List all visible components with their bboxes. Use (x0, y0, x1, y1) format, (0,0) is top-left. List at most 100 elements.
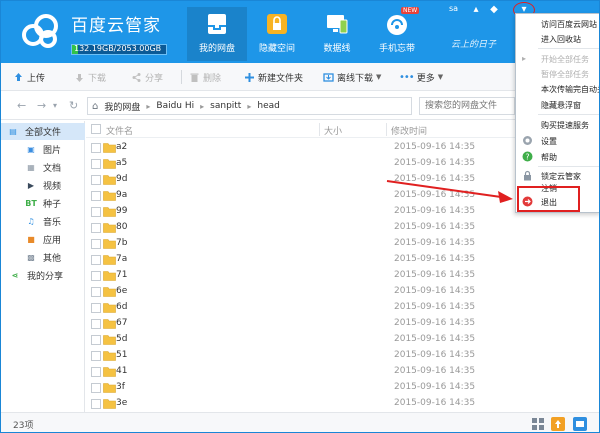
offline-download-button[interactable]: 离线下载 ▼ (323, 69, 381, 85)
file-name[interactable]: 99 (116, 206, 127, 216)
table-row[interactable]: 41 2015-09-16 14:35 (86, 364, 516, 380)
table-row[interactable]: 51 2015-09-16 14:35 (86, 348, 516, 364)
file-name[interactable]: 6d (116, 302, 127, 312)
file-name[interactable]: 6e (116, 286, 127, 296)
nav-my-drive[interactable]: 我的网盘 (187, 7, 247, 61)
file-name[interactable]: 67 (116, 318, 127, 328)
breadcrumb-item[interactable]: head (251, 101, 285, 111)
table-row[interactable]: 7b 2015-09-16 14:35 (86, 236, 516, 252)
file-name[interactable]: 5d (116, 334, 127, 344)
table-row[interactable]: 3f 2015-09-16 14:35 (86, 380, 516, 396)
row-checkbox[interactable] (91, 287, 101, 297)
table-row[interactable]: 80 2015-09-16 14:35 (86, 220, 516, 236)
row-checkbox[interactable] (91, 191, 101, 201)
history-dropdown-icon[interactable]: ▾ (53, 101, 57, 110)
file-name[interactable]: 9d (116, 174, 127, 184)
delete-button[interactable]: 删除 (189, 69, 221, 85)
row-checkbox[interactable] (91, 319, 101, 329)
sidebar-item-torrents[interactable]: BT 种子 (1, 195, 85, 212)
breadcrumb-item[interactable]: 我的网盘 (98, 100, 146, 113)
row-checkbox[interactable] (91, 239, 101, 249)
sidebar-item-my-share[interactable]: ⋖ 我的分享 (1, 267, 85, 284)
file-name[interactable]: 9a (116, 190, 127, 200)
row-checkbox[interactable] (91, 335, 101, 345)
table-row[interactable]: 9a 2015-09-16 14:35 (86, 188, 516, 204)
table-row[interactable]: 99 2015-09-16 14:35 (86, 204, 516, 220)
row-checkbox[interactable] (91, 223, 101, 233)
row-checkbox[interactable] (91, 303, 101, 313)
file-name[interactable]: 3e (116, 398, 127, 408)
menu-settings[interactable]: 设置 (516, 133, 599, 149)
breadcrumb-item[interactable]: sanpitt (204, 101, 247, 111)
file-name[interactable]: a2 (116, 142, 127, 152)
row-checkbox[interactable] (91, 367, 101, 377)
sidebar-item-all-files[interactable]: ▤ 全部文件 (1, 123, 85, 140)
upload-button[interactable]: 上传 (13, 69, 45, 85)
menu-pause-all[interactable]: 暂停全部任务 (516, 66, 599, 82)
file-name[interactable]: 7b (116, 238, 127, 248)
sidebar-item-videos[interactable]: ▶ 视频 (1, 177, 85, 194)
download-button[interactable]: 下载 (74, 69, 106, 85)
sidebar-item-documents[interactable]: ▦ 文档 (1, 159, 85, 176)
column-header-modified[interactable]: 修改时间 (391, 124, 427, 137)
message-icon[interactable]: ◆ (487, 4, 501, 16)
message-center-icon[interactable] (573, 417, 587, 431)
file-name[interactable]: 71 (116, 270, 127, 280)
column-header-size[interactable]: 大小 (324, 124, 342, 137)
menu-hide-float[interactable]: 隐藏悬浮窗 (516, 97, 599, 113)
row-checkbox[interactable] (91, 175, 101, 185)
back-arrow-icon[interactable]: ← (17, 99, 26, 112)
select-all-checkbox[interactable] (91, 124, 101, 134)
transfer-list-icon[interactable] (551, 417, 565, 431)
sidebar-item-apps[interactable]: ■ 应用 (1, 231, 85, 248)
user-name[interactable]: sa (449, 4, 458, 13)
refresh-icon[interactable]: ↻ (69, 99, 78, 112)
row-checkbox[interactable] (91, 351, 101, 361)
menu-help[interactable]: ? 帮助 (516, 149, 599, 165)
table-row[interactable]: 9d 2015-09-16 14:35 (86, 172, 516, 188)
row-checkbox[interactable] (91, 143, 101, 153)
sidebar-item-label: 图片 (43, 146, 62, 156)
notification-icon[interactable]: ▴ (469, 4, 483, 16)
table-row[interactable]: 71 2015-09-16 14:35 (86, 268, 516, 284)
menu-visit-website[interactable]: 访问百度云网站 (516, 16, 599, 32)
sidebar-item-music[interactable]: ♫ 音乐 (1, 213, 85, 230)
column-header-name[interactable]: 文件名 (106, 124, 133, 137)
more-button[interactable]: ••• 更多 ▼ (399, 69, 443, 85)
table-row[interactable]: 7a 2015-09-16 14:35 (86, 252, 516, 268)
row-checkbox[interactable] (91, 383, 101, 393)
table-row[interactable]: 5d 2015-09-16 14:35 (86, 332, 516, 348)
table-row[interactable]: 6d 2015-09-16 14:35 (86, 300, 516, 316)
row-checkbox[interactable] (91, 271, 101, 281)
row-checkbox[interactable] (91, 207, 101, 217)
file-name[interactable]: 3f (116, 382, 125, 392)
menu-start-all[interactable]: ▸ 开始全部任务 (516, 51, 599, 67)
file-name[interactable]: 41 (116, 366, 127, 376)
breadcrumb-item[interactable]: Baidu Hi (150, 101, 200, 111)
new-folder-button[interactable]: 新建文件夹 (244, 69, 303, 85)
forward-arrow-icon[interactable]: → (37, 99, 46, 112)
share-button[interactable]: 分享 (131, 69, 163, 85)
menu-recycle-bin[interactable]: 进入回收站 (516, 31, 599, 47)
sidebar-item-other[interactable]: ▩ 其他 (1, 249, 85, 266)
file-name[interactable]: a5 (116, 158, 127, 168)
menu-buy-speedup[interactable]: 购买提速服务 (516, 117, 599, 133)
row-checkbox[interactable] (91, 255, 101, 265)
menu-auto-shutdown[interactable]: 本次传输完自动关 (516, 81, 599, 97)
row-checkbox[interactable] (91, 159, 101, 169)
nav-hidden-space[interactable]: 隐藏空间 (247, 7, 307, 61)
table-row[interactable]: a5 2015-09-16 14:35 (86, 156, 516, 172)
grid-view-icon[interactable] (531, 417, 545, 431)
row-checkbox[interactable] (91, 399, 101, 409)
table-row[interactable]: 6e 2015-09-16 14:35 (86, 284, 516, 300)
sidebar-item-images[interactable]: ▣ 图片 (1, 141, 85, 158)
nav-phone-forgot[interactable]: NEW 手机忘带 (367, 7, 427, 61)
search-input[interactable] (419, 97, 515, 115)
file-name[interactable]: 80 (116, 222, 127, 232)
table-row[interactable]: 67 2015-09-16 14:35 (86, 316, 516, 332)
file-name[interactable]: 51 (116, 350, 127, 360)
file-name[interactable]: 7a (116, 254, 127, 264)
nav-data-cable[interactable]: 数据线 (307, 7, 367, 61)
table-row[interactable]: 3e 2015-09-16 14:35 (86, 396, 516, 412)
table-row[interactable]: a2 2015-09-16 14:35 (86, 140, 516, 156)
